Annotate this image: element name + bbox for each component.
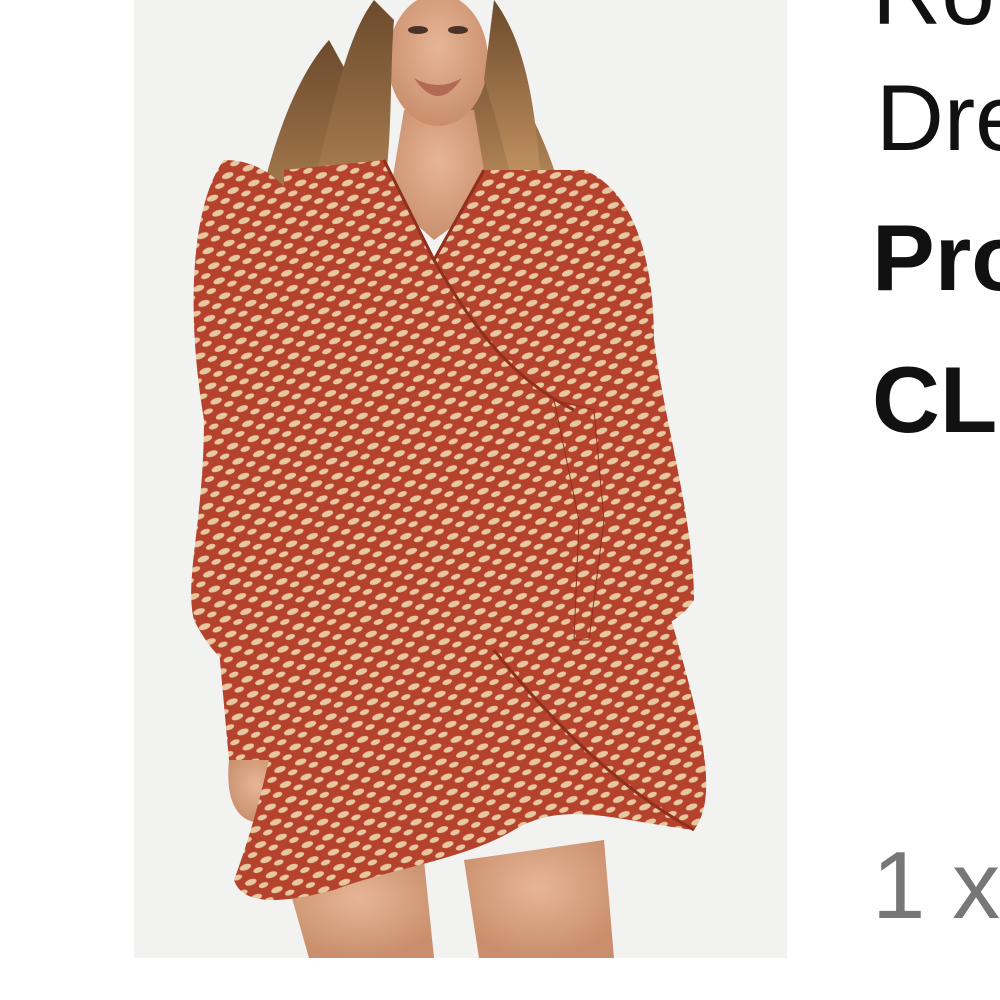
product-meta-line1: Pro <box>872 205 1000 310</box>
dress-model-illustration <box>134 0 787 958</box>
product-title-line1[interactable]: Ro <box>872 0 995 40</box>
product-image[interactable] <box>134 0 787 958</box>
product-meta-line2: CL <box>872 347 998 452</box>
product-info: Ro Dre Pro CL 1 x <box>872 0 1000 1000</box>
product-title-line2[interactable]: Dre <box>876 68 1000 168</box>
quantity-label: 1 x <box>872 832 1000 939</box>
